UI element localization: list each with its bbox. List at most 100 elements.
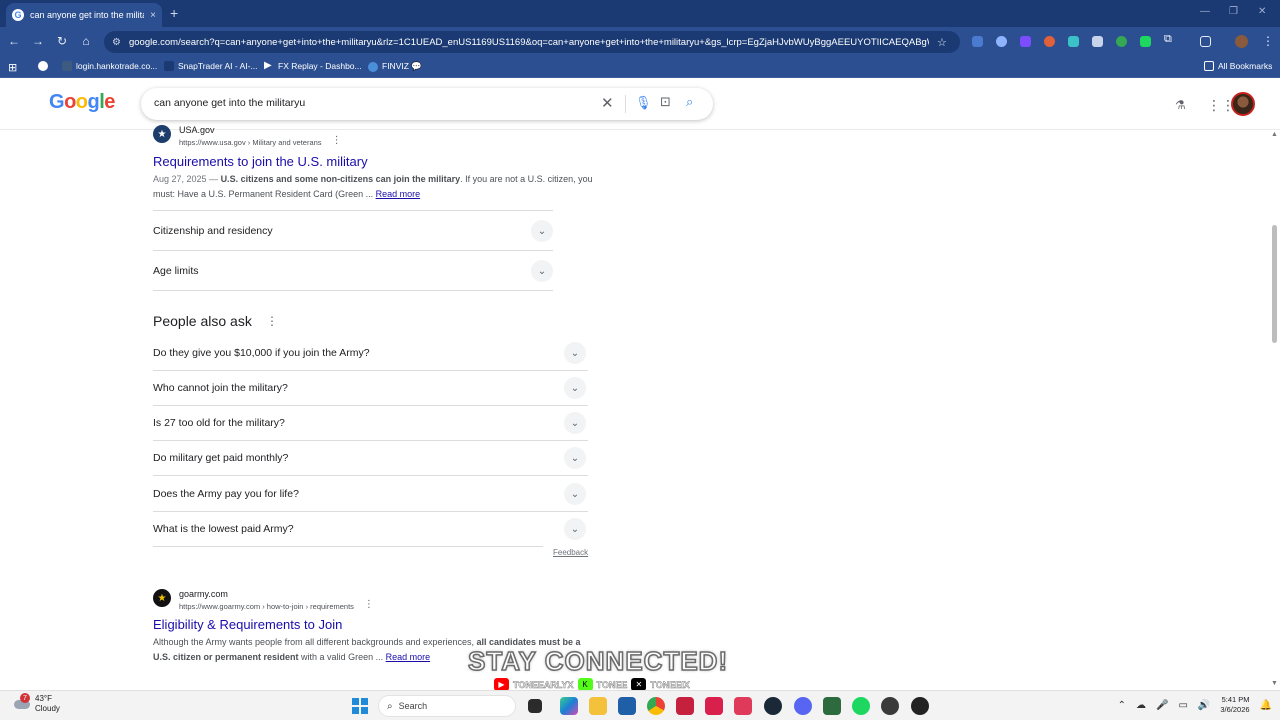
scroll-up-arrow-icon[interactable]: ▲ (1271, 131, 1278, 138)
browser-tab[interactable]: G can anyone get into the militar × (6, 3, 162, 27)
volume-icon[interactable]: 🔊 (1198, 700, 1210, 711)
copilot-icon[interactable] (560, 697, 578, 715)
read-more-link[interactable]: Read more (386, 652, 431, 662)
windows-start-icon[interactable] (352, 698, 368, 714)
result-source[interactable]: ★ USA.gov https://www.usa.gov › Military… (153, 125, 342, 147)
side-panel-icon[interactable] (1200, 36, 1211, 47)
taskbar-search[interactable]: ⌕ Search (378, 695, 516, 717)
paa-question[interactable]: What is the lowest paid Army? ⌄ (153, 512, 586, 547)
spotify-icon[interactable] (852, 697, 870, 715)
extension-icon[interactable] (1068, 36, 1079, 47)
file-explorer-icon[interactable] (589, 697, 607, 715)
bookmark-item[interactable]: SnapTrader AI - AI-... (164, 61, 258, 71)
weather-widget[interactable]: 7 43°F Cloudy (14, 693, 60, 714)
obs-icon[interactable] (911, 697, 929, 715)
paa-question[interactable]: Who cannot join the military? ⌄ (153, 371, 588, 406)
extension-icon[interactable] (1020, 36, 1031, 47)
site-info-icon[interactable]: ⚙ (112, 37, 121, 48)
chevron-down-icon[interactable]: ⌄ (531, 220, 553, 242)
scrollbar-track[interactable] (1270, 130, 1280, 690)
maximize-icon[interactable]: ❐ (1229, 6, 1238, 17)
bookmark-item[interactable]: FINVIZ 💬 (368, 61, 422, 72)
discord-icon[interactable] (794, 697, 812, 715)
app-icon[interactable] (705, 697, 723, 715)
chevron-up-icon[interactable]: ⌃ (1118, 700, 1126, 711)
result-title-link[interactable]: Eligibility & Requirements to Join (153, 617, 342, 632)
chevron-down-icon[interactable]: ⌄ (564, 377, 586, 399)
scroll-down-arrow-icon[interactable]: ▼ (1271, 680, 1278, 687)
browser-menu-icon[interactable]: ⋮ (1260, 34, 1276, 48)
tab-close-icon[interactable]: × (150, 10, 156, 21)
lens-icon[interactable]: ⊡ (660, 94, 671, 110)
result-title-link[interactable]: Requirements to join the U.S. military (153, 154, 368, 169)
app-icon[interactable] (823, 697, 841, 715)
snippet-text: Although the Army wants people from all … (153, 637, 477, 647)
new-tab-button[interactable]: + (170, 5, 178, 21)
shield-extension-icon[interactable] (1092, 36, 1103, 47)
extension-icon[interactable] (996, 36, 1007, 47)
chevron-down-icon[interactable]: ⌄ (564, 483, 586, 505)
bookmark-favicon-icon (62, 61, 72, 71)
clock[interactable]: 5:41 PM 3/6/2026 (1220, 695, 1249, 715)
voice-search-icon[interactable]: 🎙 (635, 95, 652, 111)
home-icon[interactable]: ⌂ (78, 34, 94, 48)
account-avatar[interactable] (1231, 92, 1255, 116)
microphone-icon[interactable]: 🎤 (1156, 700, 1168, 711)
more-options-icon[interactable]: ⋮ (332, 135, 342, 146)
google-logo[interactable]: Google (49, 91, 115, 114)
steam-icon[interactable] (764, 697, 782, 715)
expander-age-limits[interactable]: Age limits ⌄ (153, 251, 553, 291)
cloud-sync-icon[interactable]: ☁ (1136, 700, 1146, 711)
app-icon[interactable] (618, 697, 636, 715)
bookmark-item[interactable]: login.hankotrade.co... (62, 61, 157, 71)
expander-citizenship[interactable]: Citizenship and residency ⌄ (153, 211, 553, 251)
extension-icon[interactable] (1116, 36, 1127, 47)
reload-icon[interactable]: ↻ (54, 34, 70, 48)
chevron-down-icon[interactable]: ⌄ (531, 260, 553, 282)
labs-flask-icon[interactable]: ⚗ (1175, 98, 1186, 112)
scrollbar-thumb[interactable] (1272, 225, 1277, 343)
feedback-link[interactable]: Feedback (553, 548, 588, 557)
search-box[interactable]: can anyone get into the militaryu ✕ 🎙 ⊡ … (141, 88, 713, 120)
app-icon[interactable] (881, 697, 899, 715)
more-options-icon[interactable]: ⋮ (364, 599, 374, 610)
chevron-down-icon[interactable]: ⌄ (564, 412, 586, 434)
paa-question-label: What is the lowest paid Army? (153, 523, 294, 535)
minimize-icon[interactable]: — (1200, 6, 1210, 17)
paa-question[interactable]: Do military get paid monthly? ⌄ (153, 441, 588, 476)
paa-question[interactable]: Do they give you $10,000 if you join the… (153, 336, 588, 371)
chevron-down-icon[interactable]: ⌄ (564, 518, 586, 540)
back-icon[interactable]: ← (6, 34, 22, 48)
address-url[interactable]: google.com/search?q=can+anyone+get+into+… (129, 37, 929, 48)
extension-icon[interactable] (1140, 36, 1151, 47)
task-view-icon[interactable] (528, 699, 542, 713)
display-icon[interactable]: ▭ (1178, 700, 1187, 711)
bookmark-item[interactable] (38, 61, 48, 71)
chevron-down-icon[interactable]: ⌄ (564, 447, 586, 469)
paa-question[interactable]: Is 27 too old for the military? ⌄ (153, 406, 588, 441)
more-options-icon[interactable]: ⋮ (266, 314, 278, 328)
apps-grid-icon[interactable]: ⊞ (8, 61, 17, 74)
close-window-icon[interactable]: ✕ (1258, 6, 1266, 17)
chrome-icon[interactable] (647, 697, 665, 715)
app-icon[interactable] (676, 697, 694, 715)
read-more-link[interactable]: Read more (376, 189, 421, 199)
all-bookmarks[interactable]: All Bookmarks (1204, 61, 1272, 71)
extension-icon[interactable] (972, 36, 983, 47)
extensions-puzzle-icon[interactable]: ⧉ (1164, 33, 1175, 45)
app-icon[interactable] (734, 697, 752, 715)
paa-question[interactable]: Does the Army pay you for life? ⌄ (153, 477, 588, 512)
address-bar[interactable]: ⚙ google.com/search?q=can+anyone+get+int… (104, 31, 960, 53)
chevron-down-icon[interactable]: ⌄ (564, 342, 586, 364)
clear-search-icon[interactable]: ✕ (601, 94, 614, 112)
kick-handle: TONEE (596, 679, 628, 690)
notification-bell-icon[interactable]: 🔔 (1260, 700, 1272, 711)
bookmark-item[interactable]: ▶ FX Replay - Dashbo... (264, 61, 362, 72)
forward-icon[interactable]: → (30, 34, 46, 48)
result-source[interactable]: ★ goarmy.com https://www.goarmy.com › ho… (153, 589, 374, 611)
profile-avatar[interactable] (1235, 35, 1248, 48)
bookmark-star-icon[interactable]: ☆ (937, 36, 947, 49)
search-input[interactable]: can anyone get into the militaryu (154, 97, 305, 109)
search-icon[interactable]: ⌕ (686, 94, 693, 110)
extension-icon[interactable] (1044, 36, 1055, 47)
